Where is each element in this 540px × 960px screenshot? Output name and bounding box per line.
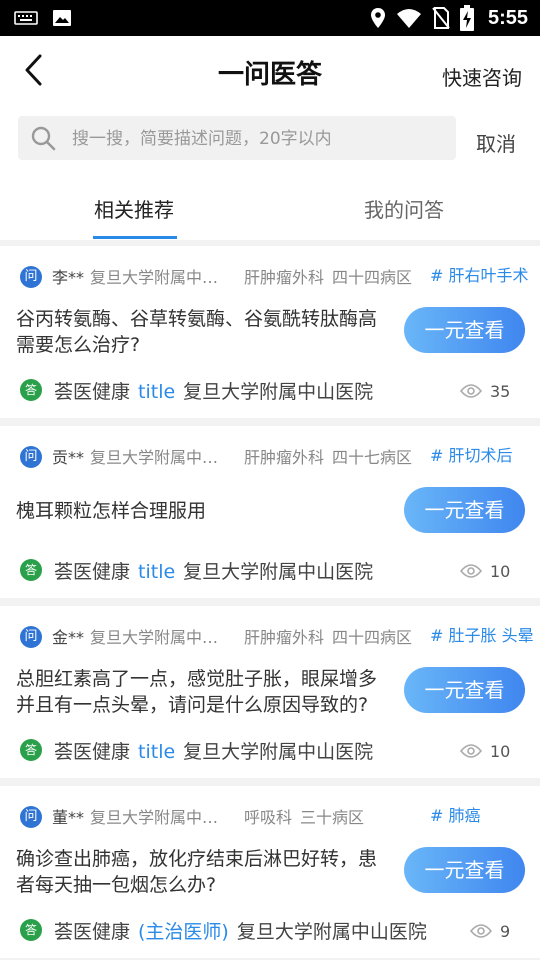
question-text[interactable]: 确诊查出肺癌，放化疗结束后淋巴好转，患者每天抽一包烟怎么办?: [16, 846, 386, 898]
asker-meta: 贡** 复旦大学附属中山医院肝肿瘤外科四十七病区: [52, 444, 412, 468]
answer-badge-icon: 答: [20, 919, 42, 941]
question-badge-icon: 问: [20, 806, 42, 828]
answer-badge-icon: 答: [20, 739, 42, 761]
tab-my-qa[interactable]: 我的问答: [364, 194, 444, 223]
asker-hospital: 复旦大学附属中山医院: [90, 628, 232, 647]
tab-bar: 相关推荐 我的问答: [0, 172, 540, 240]
topic-tag[interactable]: # 肚子胀 头晕: [430, 622, 534, 646]
status-bar: 5:55: [0, 0, 540, 36]
asker-name: 李**: [52, 268, 85, 287]
answer-title: (主治医师): [138, 921, 229, 943]
question-badge-icon: 问: [20, 266, 42, 288]
answer-source: 荟医健康: [54, 561, 131, 583]
answer-info: 荟医健康 title 复旦大学附属中山医院: [54, 557, 373, 584]
answer-source: 荟医健康: [54, 921, 131, 943]
question-text[interactable]: 谷丙转氨酶、谷草转氨酶、谷氨酰转肽酶高需要怎么治疗?: [16, 306, 386, 358]
asker-department: 肝肿瘤外科: [244, 448, 325, 467]
view-count: 9: [500, 922, 511, 941]
topic-tag[interactable]: # 肺癌: [430, 802, 481, 826]
view-count: 10: [490, 562, 511, 581]
question-badge-icon: 问: [20, 446, 42, 468]
qa-card[interactable]: 问 贡**复旦大学附属中山医院肝肿瘤外科四十七病区 # 肝切术后 槐耳颗粒怎样合…: [0, 426, 540, 598]
location-icon: [370, 8, 385, 28]
asker-meta: 金** 复旦大学附属中山医院肝肿瘤外科四十四病区: [52, 624, 412, 648]
topic-tag[interactable]: # 肝切术后: [430, 442, 513, 466]
answer-source: 荟医健康: [54, 741, 131, 763]
asker-department: 肝肿瘤外科: [244, 628, 325, 647]
active-tab-indicator: [93, 236, 177, 239]
answer-hospital: 复旦大学附属中山医院: [183, 741, 374, 763]
asker-name: 金**: [52, 628, 85, 647]
search-box[interactable]: [18, 116, 456, 162]
eye-icon: [460, 744, 482, 758]
qa-card[interactable]: 问 李**复旦大学附属中山医院肝肿瘤外科四十四病区 # 肝右叶手术 谷丙转氨酶、…: [0, 246, 540, 418]
cancel-button[interactable]: 取消: [476, 128, 516, 157]
qa-card[interactable]: 问 董**复旦大学附属中山医院呼吸科三十病区 # 肺癌 确诊查出肺癌，放化疗结束…: [0, 786, 540, 958]
answer-hospital: 复旦大学附属中山医院: [183, 561, 374, 583]
eye-icon: [460, 564, 482, 578]
eye-icon: [460, 384, 482, 398]
view-answer-button[interactable]: 一元查看: [404, 667, 525, 713]
view-answer-button[interactable]: 一元查看: [404, 307, 525, 353]
back-arrow-icon[interactable]: [18, 52, 54, 88]
quick-consult-button[interactable]: 快速咨询: [442, 62, 522, 91]
qa-card[interactable]: 问 金**复旦大学附属中山医院肝肿瘤外科四十四病区 # 肚子胀 头晕 总胆红素高…: [0, 606, 540, 778]
question-text[interactable]: 总胆红素高了一点，感觉肚子胀，眼屎增多并且有一点头晕，请问是什么原因导致的?: [16, 666, 386, 718]
asker-name: 董**: [52, 808, 85, 827]
answer-title: title: [138, 561, 176, 583]
question-badge-icon: 问: [20, 626, 42, 648]
status-left: [14, 9, 72, 27]
keyboard-icon: [14, 11, 38, 25]
search-bar: 取消: [0, 104, 540, 172]
battery-charging-icon: [459, 5, 474, 31]
topic-tag[interactable]: # 肝右叶手术: [430, 262, 529, 286]
asker-hospital: 复旦大学附属中山医院: [90, 268, 232, 287]
top-app-bar: 一问医答 快速咨询: [0, 36, 540, 104]
status-right: 5:55: [370, 5, 528, 31]
answer-title: title: [138, 381, 176, 403]
asker-hospital: 复旦大学附属中山医院: [90, 808, 232, 827]
answer-hospital: 复旦大学附属中山医院: [183, 381, 374, 403]
view-answer-button[interactable]: 一元查看: [404, 847, 525, 893]
view-count: 10: [490, 742, 511, 761]
asker-ward: 四十七病区: [332, 448, 413, 467]
view-answer-button[interactable]: 一元查看: [404, 487, 525, 533]
asker-meta: 李** 复旦大学附属中山医院肝肿瘤外科四十四病区: [52, 264, 412, 288]
asker-ward: 四十四病区: [332, 628, 413, 647]
asker-name: 贡**: [52, 448, 85, 467]
answer-badge-icon: 答: [20, 379, 42, 401]
search-input[interactable]: [70, 116, 454, 162]
asker-ward: 四十四病区: [332, 268, 413, 287]
asker-ward: 三十病区: [300, 808, 365, 827]
asker-department: 肝肿瘤外科: [244, 268, 325, 287]
search-icon: [31, 126, 56, 151]
asker-department: 呼吸科: [244, 808, 293, 827]
answer-info: 荟医健康 title 复旦大学附属中山医院: [54, 377, 373, 404]
no-sim-icon: [432, 7, 450, 29]
status-time: 5:55: [487, 6, 528, 29]
answer-source: 荟医健康: [54, 381, 131, 403]
eye-icon: [470, 924, 492, 938]
image-icon: [53, 10, 71, 26]
asker-meta: 董** 复旦大学附属中山医院呼吸科三十病区: [52, 804, 364, 828]
answer-badge-icon: 答: [20, 559, 42, 581]
answer-info: 荟医健康 (主治医师) 复旦大学附属中山医院: [54, 917, 427, 944]
tab-recommended[interactable]: 相关推荐: [94, 194, 174, 223]
answer-title: title: [138, 741, 176, 763]
view-count: 35: [490, 382, 511, 401]
wifi-icon: [396, 9, 421, 28]
answer-hospital: 复旦大学附属中山医院: [236, 921, 427, 943]
asker-hospital: 复旦大学附属中山医院: [90, 448, 232, 467]
answer-info: 荟医健康 title 复旦大学附属中山医院: [54, 737, 373, 764]
question-text[interactable]: 槐耳颗粒怎样合理服用: [16, 498, 386, 524]
